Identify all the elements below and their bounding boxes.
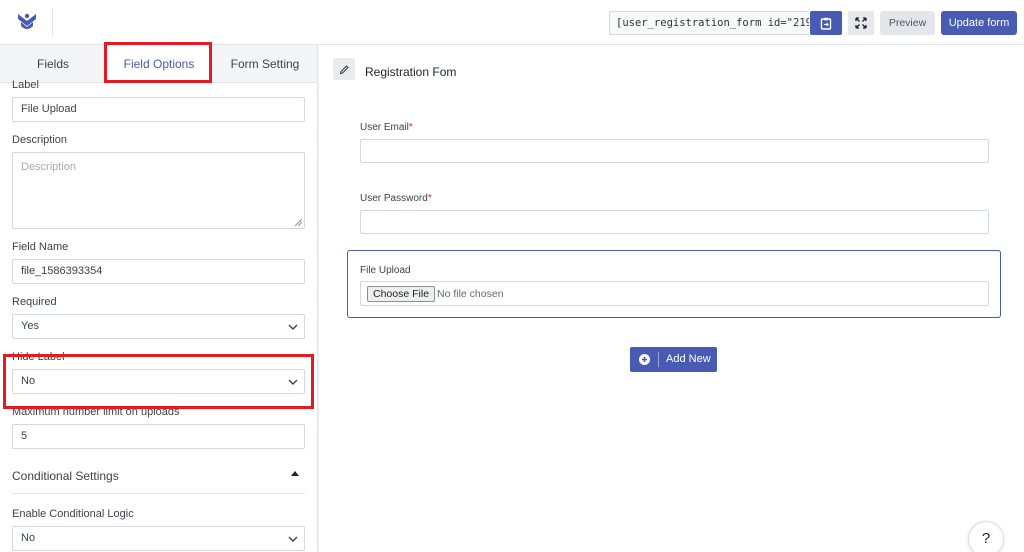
edit-title-button[interactable] bbox=[333, 58, 355, 80]
form-builder-area: Registration Fom User Email* User Passwo… bbox=[319, 45, 1024, 552]
chevron-down-icon bbox=[288, 536, 298, 542]
file-upload-label: File Upload bbox=[360, 265, 411, 276]
resize-handle-icon[interactable] bbox=[295, 219, 302, 226]
field-options-panel: Fields Field Options Form Setting Label … bbox=[0, 45, 318, 552]
fullscreen-button[interactable] bbox=[848, 11, 874, 35]
header-divider bbox=[52, 8, 53, 36]
pencil-icon bbox=[339, 64, 349, 74]
button-separator bbox=[658, 352, 659, 367]
no-file-status: No file chosen bbox=[437, 288, 504, 300]
required-select[interactable]: Yes bbox=[12, 314, 305, 339]
add-new-button[interactable]: Add New bbox=[630, 347, 717, 372]
field-name-label: Field Name bbox=[12, 241, 69, 253]
required-value: Yes bbox=[21, 320, 39, 332]
chevron-down-icon bbox=[288, 324, 298, 330]
tab-form-setting[interactable]: Form Setting bbox=[212, 45, 317, 83]
label-input[interactable]: File Upload bbox=[12, 97, 305, 122]
max-uploads-input[interactable]: 5 bbox=[12, 424, 305, 449]
preview-button[interactable]: Preview bbox=[880, 11, 935, 35]
description-field-label: Description bbox=[12, 134, 68, 146]
fullscreen-icon bbox=[855, 17, 867, 29]
shortcode-field[interactable]: [user_registration_form id="2190"] bbox=[609, 11, 809, 35]
file-upload-input[interactable]: Choose File No file chosen bbox=[360, 281, 989, 306]
plus-circle-icon bbox=[639, 354, 650, 365]
add-new-label: Add New bbox=[666, 353, 711, 365]
user-password-field[interactable] bbox=[360, 210, 989, 234]
description-placeholder: Description bbox=[21, 161, 77, 173]
field-name-input[interactable]: file_1586393354 bbox=[12, 259, 305, 284]
collapse-arrow-icon[interactable] bbox=[291, 471, 299, 476]
tab-fields[interactable]: Fields bbox=[0, 45, 106, 83]
label-field-label: Label bbox=[12, 79, 39, 91]
max-uploads-highlight bbox=[3, 354, 314, 409]
required-label: Required bbox=[12, 296, 57, 308]
choose-file-button[interactable]: Choose File bbox=[367, 286, 436, 302]
section-divider bbox=[12, 493, 305, 494]
help-button[interactable]: ? bbox=[968, 521, 1004, 552]
conditional-settings-title[interactable]: Conditional Settings bbox=[12, 469, 119, 483]
user-password-label: User Password* bbox=[360, 193, 432, 204]
copy-shortcode-button[interactable] bbox=[810, 11, 842, 35]
user-email-field[interactable] bbox=[360, 139, 989, 163]
field-options-tab-highlight bbox=[104, 42, 212, 83]
update-form-button[interactable]: Update form bbox=[941, 11, 1017, 35]
top-bar: [user_registration_form id="2190"] Previ… bbox=[0, 0, 1024, 45]
enable-logic-value: No bbox=[21, 532, 36, 544]
enable-logic-select[interactable]: No bbox=[12, 526, 305, 551]
form-title: Registration Fom bbox=[365, 65, 457, 79]
enable-logic-label: Enable Conditional Logic bbox=[12, 508, 134, 520]
clipboard-icon bbox=[820, 17, 832, 30]
file-upload-field-selected[interactable]: File Upload Choose File No file chosen bbox=[347, 250, 1001, 318]
user-registration-logo-icon[interactable] bbox=[16, 11, 38, 33]
user-email-label: User Email* bbox=[360, 122, 413, 133]
description-textarea[interactable]: Description bbox=[12, 152, 305, 229]
